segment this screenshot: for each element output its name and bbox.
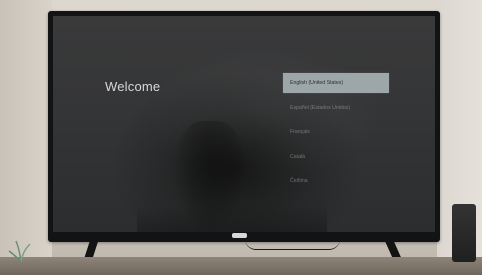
tv-brand-badge [232, 233, 247, 238]
photo-scene: Welcome English (United States) Español … [0, 0, 482, 275]
language-option-spanish-us[interactable]: Español (Estados Unidos) [283, 98, 389, 118]
speaker [452, 204, 476, 262]
wall-left [0, 0, 52, 275]
language-option-label: Català [290, 153, 305, 160]
language-option-czech[interactable]: Čeština [283, 171, 389, 191]
tv-cable [245, 239, 340, 250]
language-option-label: Español (Estados Unidos) [290, 104, 350, 111]
language-option-label: English (United States) [290, 80, 344, 86]
language-list: English (United States) Español (Estados… [283, 73, 389, 196]
screen-reflection-bottom [137, 204, 327, 232]
language-option-label: Français [290, 129, 310, 135]
welcome-title: Welcome [105, 79, 161, 94]
language-option-label: Čeština [290, 178, 308, 184]
language-option-english-us[interactable]: English (United States) [283, 73, 389, 93]
language-option-french[interactable]: Français [283, 122, 389, 142]
plant-icon [8, 240, 31, 263]
tv-screen: Welcome English (United States) Español … [53, 16, 435, 232]
language-option-catalan[interactable]: Català [283, 147, 389, 167]
tv-shelf [0, 257, 482, 275]
